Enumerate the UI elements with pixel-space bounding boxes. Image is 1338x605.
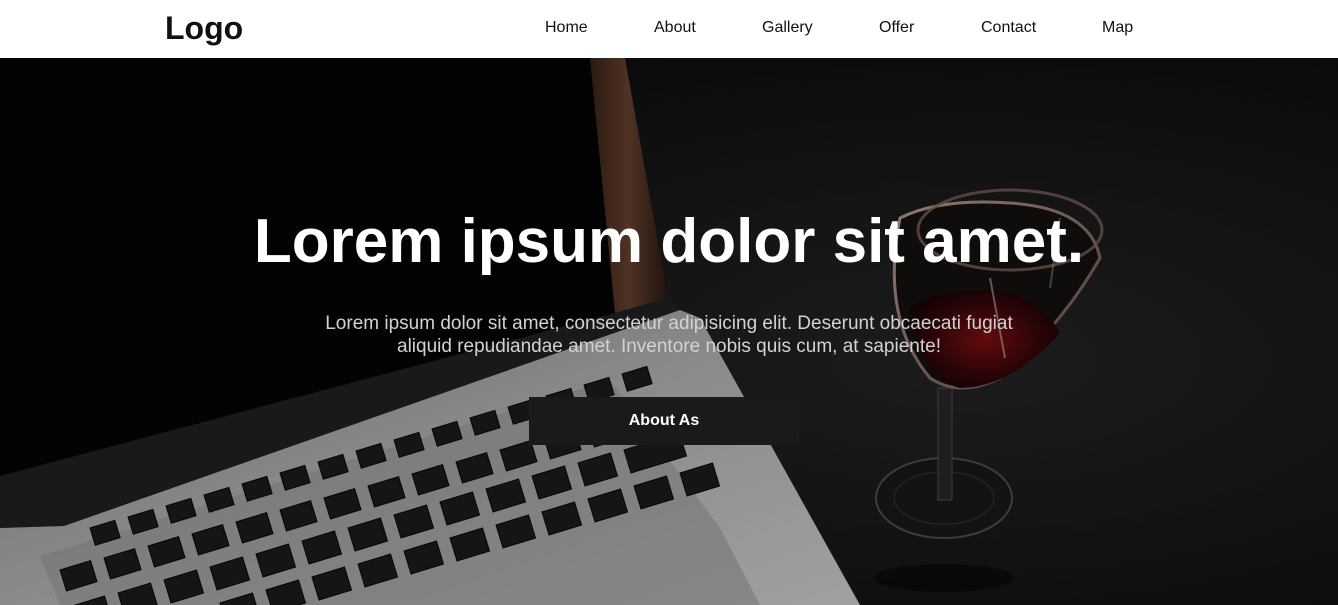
hero-section: Lorem ipsum dolor sit amet. Lorem ipsum … xyxy=(0,58,1338,605)
nav-link-about[interactable]: About xyxy=(654,18,696,38)
nav-link-map[interactable]: Map xyxy=(1102,18,1133,38)
hero-description-line-1: Lorem ipsum dolor sit amet, consectetur … xyxy=(325,313,1013,334)
about-button[interactable]: About As xyxy=(529,397,799,445)
hero-description-line-2: aliquid repudiandae amet. Inventore nobi… xyxy=(397,336,941,357)
nav-link-home[interactable]: Home xyxy=(545,18,588,38)
hero-description: Lorem ipsum dolor sit amet, consectetur … xyxy=(269,312,1069,358)
hero-title: Lorem ipsum dolor sit amet. xyxy=(253,207,1085,276)
nav-link-contact[interactable]: Contact xyxy=(981,18,1036,38)
nav-link-offer[interactable]: Offer xyxy=(879,18,914,38)
site-header: Logo Home About Gallery Offer Contact Ma… xyxy=(0,0,1338,58)
nav-link-gallery[interactable]: Gallery xyxy=(762,18,813,38)
logo[interactable]: Logo xyxy=(165,9,243,47)
